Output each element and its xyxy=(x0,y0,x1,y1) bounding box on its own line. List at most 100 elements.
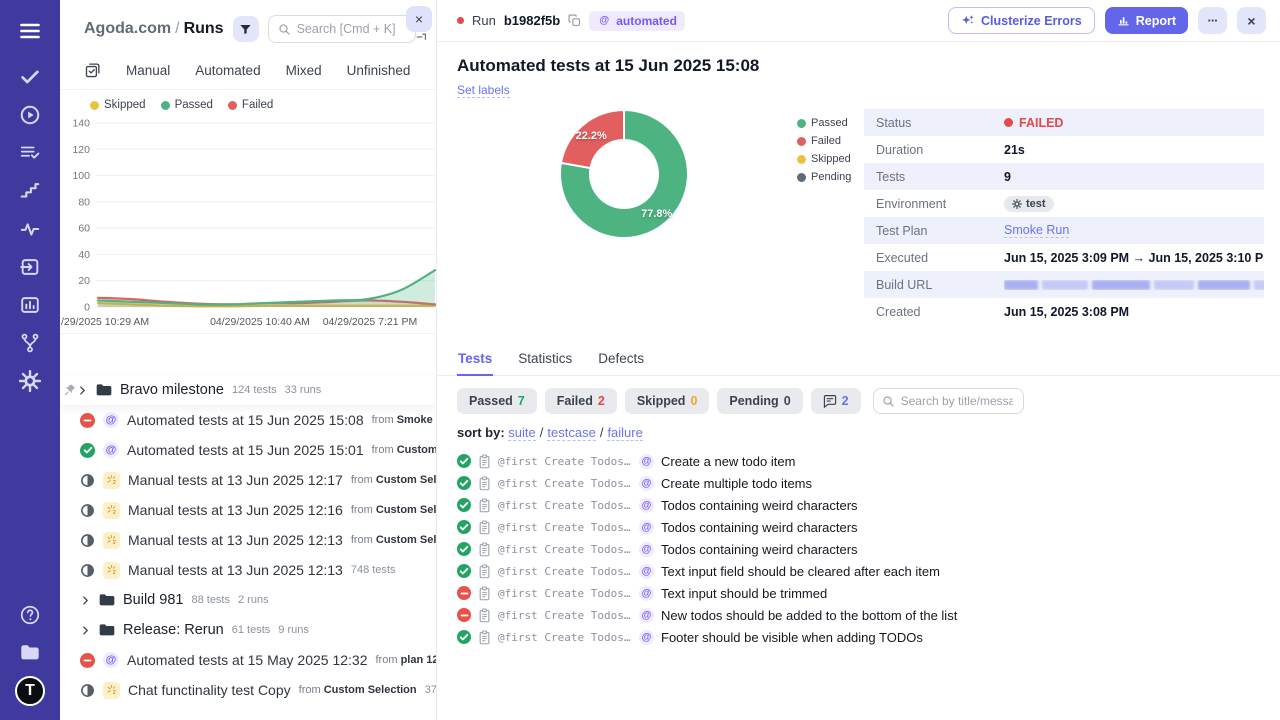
runs-filter-tabs: ManualAutomatedMixedUnfinishedGroups xyxy=(60,52,436,90)
svg-text:22.2%: 22.2% xyxy=(576,130,607,142)
projects-folder-icon[interactable] xyxy=(11,634,49,672)
detail-label: Build URL xyxy=(876,277,933,292)
test-plans-icon[interactable] xyxy=(11,134,49,172)
analytics-icon[interactable] xyxy=(11,286,49,324)
run-row[interactable]: Manual tests at 13 Jun 2025 12:16 from Cu… xyxy=(60,495,436,525)
settings-gear-icon[interactable] xyxy=(11,362,49,400)
tests-search-input[interactable] xyxy=(900,394,1013,408)
detail-row-executed: Executed Jun 15, 2025 3:09 PM → Jun 15, 2… xyxy=(864,244,1264,271)
app-logo[interactable]: T xyxy=(15,676,45,706)
sort-by-suite[interactable]: suite xyxy=(508,425,536,441)
runs-search[interactable] xyxy=(267,15,416,43)
test-row[interactable]: @first Create Todos… @ Create multiple tod… xyxy=(457,472,1280,494)
runs-history-area-chart: 140 120 100 80 60 40 20 0/29/2025 10:29 AM 04/29… xyxy=(61,118,436,328)
milestones-steps-icon[interactable] xyxy=(11,172,49,210)
detail-label: Test Plan xyxy=(876,223,928,238)
panel-close-button[interactable]: × xyxy=(406,6,432,32)
import-icon[interactable] xyxy=(11,248,49,286)
test-plan-link[interactable]: Smoke Run xyxy=(1004,223,1070,238)
test-row[interactable]: @first Create Todos… @ Create a new todo i… xyxy=(457,450,1280,472)
test-row[interactable]: @first Create Todos… @ Text input field sh… xyxy=(457,560,1280,582)
svg-text:04/29/2025 7:21 PM: 04/29/2025 7:21 PM xyxy=(323,316,418,328)
clipboard-icon xyxy=(479,585,490,600)
breadcrumb-project[interactable]: Agoda.com xyxy=(84,20,171,37)
run-row[interactable]: Manual tests at 13 Jun 2025 12:17 from Cu… xyxy=(60,465,436,495)
run-row[interactable]: Chat functinality test Copy from Custom S… xyxy=(60,675,436,705)
test-row[interactable]: @first Create Todos… @ Todos containing we… xyxy=(457,538,1280,560)
filter-chip-skipped[interactable]: Skipped 0 xyxy=(624,388,710,414)
tab-tests[interactable]: Tests xyxy=(457,345,494,376)
run-row[interactable]: @ Automated tests at 15 Jun 2025 15:08 fro… xyxy=(60,405,436,435)
run-row[interactable]: @ Automated tests at 15 May 2025 12:32 fro… xyxy=(60,645,436,675)
svg-text:140: 140 xyxy=(72,118,90,130)
run-row[interactable]: @ Automated tests at 15 Jun 2025 15:01 fro… xyxy=(60,435,436,465)
automated-badge[interactable]: @ automated xyxy=(589,10,685,31)
sort-by-failure[interactable]: failure xyxy=(607,425,643,441)
run-group-row[interactable]: Build 981 88 tests 2 runs xyxy=(60,585,436,615)
runs-tab-manual[interactable]: Manual xyxy=(126,63,170,78)
runs-tab-unfinished[interactable]: Unfinished xyxy=(347,63,411,78)
filter-chip-comments[interactable]: 2 xyxy=(810,388,861,414)
automated-run-icon: @ xyxy=(103,412,119,428)
passed-status-icon xyxy=(457,498,471,512)
automated-run-icon: @ xyxy=(597,13,612,28)
copy-icon[interactable] xyxy=(568,14,581,27)
close-run-button[interactable]: × xyxy=(1237,7,1266,34)
detail-value: Jun 15, 2025 3:09 PM → Jun 15, 2025 3:10… xyxy=(1004,250,1264,265)
runs-search-input[interactable] xyxy=(296,22,405,36)
panel-pin-icon[interactable] xyxy=(416,33,427,41)
runs-tab-mixed[interactable]: Mixed xyxy=(286,63,322,78)
test-row[interactable]: @first Create Todos… @ New todos should be… xyxy=(457,604,1280,626)
menu-icon[interactable] xyxy=(11,12,49,50)
clipboard-icon xyxy=(479,607,490,622)
runs-tab-automated[interactable]: Automated xyxy=(195,63,260,78)
chevron-right-icon xyxy=(83,595,88,605)
filter-button[interactable] xyxy=(232,16,259,42)
run-header-actions: Clusterize Errors Report ··· × xyxy=(947,7,1266,34)
run-row[interactable]: Manual tests at 13 Jun 2025 12:13 from Cu… xyxy=(60,525,436,555)
help-icon[interactable] xyxy=(11,596,49,634)
filter-chip-passed[interactable]: Passed 7 xyxy=(457,388,537,414)
test-suite-path: @first Create Todos… xyxy=(498,454,631,468)
milestone-row[interactable]: Bravo milestone 124 tests 33 runs xyxy=(60,375,436,405)
set-labels-link[interactable]: Set labels xyxy=(457,83,510,98)
test-row[interactable]: @first Create Todos… @ Todos containing we… xyxy=(457,516,1280,538)
runs-list: Bravo milestone 124 tests 33 runs @ Automate… xyxy=(60,375,436,705)
detail-row-duration: Duration 21s xyxy=(864,136,1264,163)
run-id: b1982f5b xyxy=(503,13,561,28)
detail-value: 21s xyxy=(1004,142,1025,157)
test-row[interactable]: @first Create Todos… @ Footer should be vi… xyxy=(457,626,1280,648)
test-title: Footer should be visible when adding TOD… xyxy=(661,629,923,645)
branches-icon[interactable] xyxy=(11,324,49,362)
test-row[interactable]: @first Create Todos… @ Text input should b… xyxy=(457,582,1280,604)
tab-statistics[interactable]: Statistics xyxy=(517,345,573,375)
half-finished-status-icon xyxy=(81,503,94,517)
manual-run-icon xyxy=(103,681,120,699)
run-group-row[interactable]: Release: Rerun 61 tests 9 runs xyxy=(60,615,436,645)
app-sidebar: T xyxy=(0,0,60,720)
runs-play-icon[interactable] xyxy=(11,96,49,134)
legend-item-pending: Pending xyxy=(797,171,851,183)
sort-by-testcase[interactable]: testcase xyxy=(547,425,596,441)
test-row[interactable]: @first Create Todos… @ Todos containing we… xyxy=(457,494,1280,516)
select-all-icon[interactable] xyxy=(84,62,101,79)
half-finished-status-icon xyxy=(81,563,94,577)
tests-search[interactable] xyxy=(872,388,1024,414)
tests-check-icon[interactable] xyxy=(11,58,49,96)
sort-label: sort by: xyxy=(457,425,505,440)
report-button[interactable]: Report xyxy=(1104,7,1188,34)
filter-chip-failed[interactable]: Failed 2 xyxy=(544,388,617,414)
clipboard-icon xyxy=(479,519,490,534)
detail-row-environment: Environment test xyxy=(864,190,1264,217)
clusterize-errors-button[interactable]: Clusterize Errors xyxy=(947,7,1095,34)
automated-run-icon: @ xyxy=(639,475,654,491)
pulse-icon[interactable] xyxy=(11,210,49,248)
run-row[interactable]: Manual tests at 13 Jun 2025 12:13 748 tes… xyxy=(60,555,436,585)
more-actions-button[interactable]: ··· xyxy=(1198,7,1227,34)
environment-pill[interactable]: test xyxy=(1004,195,1054,212)
tab-defects[interactable]: Defects xyxy=(597,345,645,375)
automated-run-icon: @ xyxy=(639,607,654,623)
svg-text:0: 0 xyxy=(84,302,90,314)
test-title: Todos containing weird characters xyxy=(661,541,858,557)
filter-chip-pending[interactable]: Pending 0 xyxy=(717,388,803,414)
